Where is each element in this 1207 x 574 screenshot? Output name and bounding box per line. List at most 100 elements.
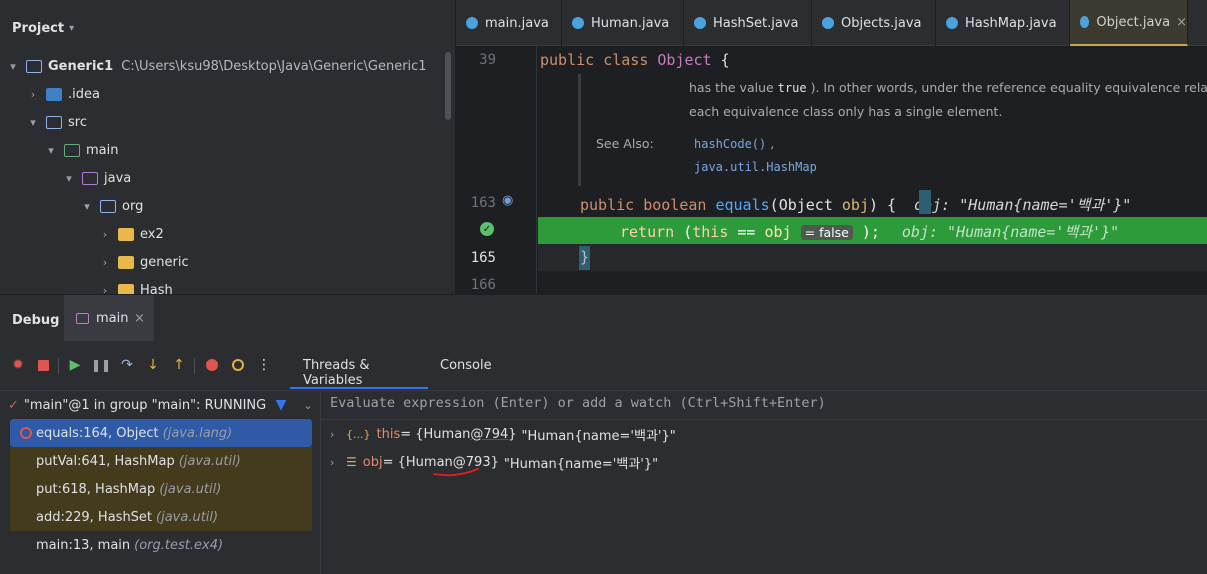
pause-icon[interactable]: ❚❚ <box>91 357 111 373</box>
folder-icon <box>118 255 134 269</box>
folder-icon <box>118 283 134 294</box>
close-icon[interactable]: × <box>134 311 145 326</box>
check-icon: ✓ <box>8 397 19 413</box>
method-name: equals <box>715 196 770 214</box>
frame-method: main:13, main <box>36 537 131 553</box>
java-class-icon <box>822 17 834 29</box>
rerun-debug-icon[interactable]: ✹ <box>10 357 26 373</box>
tab-object-java[interactable]: Object.java × <box>1070 0 1188 46</box>
code-punct: ( <box>769 196 779 214</box>
frame-package: (org.test.ex4) <box>134 537 224 553</box>
project-scrollbar[interactable] <box>445 52 451 120</box>
tree-item-java[interactable]: ▾ java <box>62 164 131 192</box>
evaluate-expression-input[interactable]: Evaluate expression (Enter) or add a wat… <box>330 395 826 411</box>
tree-item-path: C:\Users\ksu98\Desktop\Java\Generic\Gene… <box>121 58 427 74</box>
stack-frame-row[interactable]: main:13, main (org.test.ex4) <box>10 531 312 559</box>
filter-icon[interactable]: ▼ <box>273 397 289 413</box>
tree-item-idea[interactable]: › .idea <box>26 80 100 108</box>
debug-session-tab[interactable]: main × <box>64 295 154 341</box>
doc-link[interactable]: hashCode() <box>694 137 766 151</box>
frame-package: (java.util) <box>156 509 219 525</box>
variable-row-this[interactable]: › {...} this = {Human @794 } "Human{name… <box>330 420 676 448</box>
doc-text: , <box>770 136 775 151</box>
doc-see-also-link-1[interactable]: hashCode() , <box>694 136 774 151</box>
tab-console[interactable]: Console <box>428 341 500 389</box>
chevron-down-icon[interactable]: ⌄ <box>300 397 316 413</box>
step-out-icon[interactable]: ↑ <box>171 357 187 373</box>
tree-item-label: src <box>68 114 87 130</box>
keyword: boolean <box>643 196 707 214</box>
java-class-icon <box>694 17 706 29</box>
tree-item-hash[interactable]: › Hash <box>98 276 173 294</box>
resume-icon[interactable]: ▶ <box>67 357 83 373</box>
debug-panel: Debug main × ✹ ▶ ❚❚ ↷ ↓ ↑ ⋮ Threads & Va… <box>0 294 1207 574</box>
tree-item-src[interactable]: ▾ src <box>26 108 87 136</box>
debug-session-label: main <box>96 311 129 326</box>
chevron-down-icon: ▾ <box>84 199 90 213</box>
line-number: 163 <box>470 195 496 211</box>
chevron-down-icon: ▾ <box>10 59 16 73</box>
module-folder-icon <box>26 59 42 73</box>
inline-debug-value: obj: "Human{name='백과'}" <box>914 196 1132 214</box>
tab-objects-java[interactable]: Objects.java <box>812 0 936 46</box>
toolbar-separator <box>58 358 59 374</box>
step-over-icon[interactable]: ↷ <box>119 357 135 373</box>
close-icon[interactable]: × <box>1176 15 1187 30</box>
parameter-icon: ☰ <box>346 455 357 469</box>
tree-item-label: org <box>122 198 144 214</box>
chevron-right-icon[interactable]: › <box>330 456 346 469</box>
inline-value-popup[interactable]: = false <box>800 225 853 240</box>
debug-session-icon <box>76 313 89 324</box>
java-class-icon <box>572 17 584 29</box>
tree-item-label: generic <box>140 254 189 270</box>
frame-method: add:229, HashSet <box>36 509 153 525</box>
variable-type: } <box>508 426 517 442</box>
tree-item-main[interactable]: ▾ main <box>44 136 118 164</box>
override-gutter-icon[interactable]: ◉ <box>502 193 513 208</box>
doc-left-bar <box>578 74 581 186</box>
mute-breakpoints-icon[interactable] <box>230 357 246 373</box>
frame-method: putVal:641, HashMap <box>36 453 175 469</box>
code-line-165: } <box>580 248 590 266</box>
stack-frame-row[interactable]: add:229, HashSet (java.util) <box>10 503 312 531</box>
brace-match-highlight <box>919 190 931 214</box>
tree-item-generic1[interactable]: ▾ Generic1 C:\Users\ksu98\Desktop\Java\G… <box>6 52 427 80</box>
java-class-icon <box>1080 16 1090 28</box>
tree-item-org[interactable]: ▾ org <box>80 192 143 220</box>
view-breakpoints-icon[interactable] <box>204 357 220 373</box>
project-title: Project <box>12 20 65 36</box>
thread-selector[interactable]: ✓ "main"@1 in group "main": RUNNING <box>8 395 266 415</box>
frame-package: (java.lang) <box>162 425 233 441</box>
chevron-down-icon: ▾ <box>30 115 36 129</box>
chevron-right-icon: › <box>102 255 108 269</box>
type-name: Object <box>778 196 833 214</box>
project-panel-header[interactable]: Project ▾ <box>12 18 74 38</box>
chevron-down-icon: ▾ <box>48 143 54 157</box>
tree-item-generic[interactable]: › generic <box>98 248 189 276</box>
stack-frame-row[interactable]: put:618, HashMap (java.util) <box>10 475 312 503</box>
breakpoint-check-icon[interactable]: ✓ <box>480 222 494 236</box>
stack-frame-row[interactable]: equals:164, Object (java.lang) <box>10 419 312 447</box>
tab-hashset-java[interactable]: HashSet.java <box>684 0 812 46</box>
chevron-right-icon: › <box>102 283 108 295</box>
editor-tab-bar: main.java Human.java HashSet.java Object… <box>456 0 1207 46</box>
stack-frame-row[interactable]: putVal:641, HashMap (java.util) <box>10 447 312 475</box>
tab-main-java[interactable]: main.java <box>456 0 562 46</box>
tab-human-java[interactable]: Human.java <box>562 0 684 46</box>
folder-icon <box>118 227 134 241</box>
code-punct: ); <box>861 223 880 241</box>
tab-threads-variables[interactable]: Threads & Variables <box>290 341 428 389</box>
tab-label: HashSet.java <box>713 15 799 31</box>
stop-icon[interactable] <box>35 357 51 373</box>
tree-item-ex2[interactable]: › ex2 <box>98 220 164 248</box>
tab-hashmap-java[interactable]: HashMap.java <box>936 0 1070 46</box>
tree-item-label: Generic1 <box>48 58 114 74</box>
more-options-icon[interactable]: ⋮ <box>256 357 272 373</box>
step-into-icon[interactable]: ↓ <box>145 357 161 373</box>
doc-link[interactable]: java.util.HashMap <box>694 160 817 174</box>
doc-see-also-link-2[interactable]: java.util.HashMap <box>694 159 817 174</box>
variable-row-obj[interactable]: › ☰ obj = {Human @793 } "Human{name='백과'… <box>330 448 658 476</box>
keyword: this <box>692 223 729 241</box>
tree-item-label: java <box>104 170 132 186</box>
chevron-right-icon[interactable]: › <box>330 428 346 441</box>
